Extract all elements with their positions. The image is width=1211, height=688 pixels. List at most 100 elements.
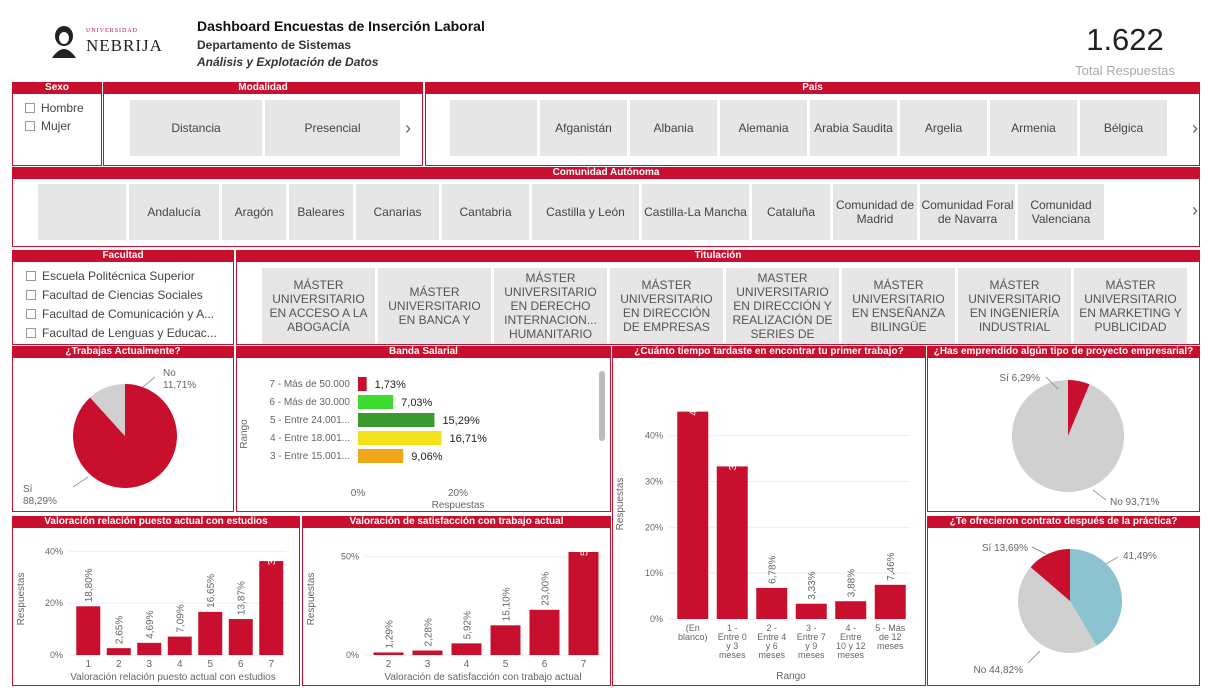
titulacion-tile[interactable]: MÁSTER UNIVERSITARIO EN BANCA Y: [378, 268, 491, 344]
bar: [358, 395, 394, 409]
titulacion-tile[interactable]: MÁSTER UNIVERSITARIO EN DIRECCIÓN DE EMP…: [610, 268, 723, 344]
leader-line: [142, 376, 156, 388]
modalidad-tile-distancia[interactable]: Distancia: [130, 100, 262, 156]
bar: [568, 552, 599, 655]
tiempo-bar-chart: 0%10%20%30%40%45,25%(Enblanco)33,29%1 -E…: [615, 382, 910, 682]
comunidad-next-icon[interactable]: ›: [1192, 200, 1198, 221]
facultad-header: Facultad: [12, 250, 234, 262]
data-label: 18,80%: [84, 568, 95, 602]
comunidad-tile[interactable]: Castilla y León: [532, 184, 639, 240]
comunidad-tile[interactable]: Aragón: [222, 184, 286, 240]
comunidad-tile[interactable]: Castilla-La Mancha: [642, 184, 749, 240]
data-label: 7,46%: [886, 552, 897, 580]
pais-tile[interactable]: Alemania: [720, 100, 807, 156]
emprendido-header: ¿Has emprendido algún tipo de proyecto e…: [927, 346, 1200, 358]
titulacion-tile[interactable]: MASTER UNIVERSITARIO EN DIRECCIÓN Y REAL…: [726, 268, 839, 344]
category-label: 5: [503, 659, 509, 670]
category-label: 3: [425, 659, 431, 670]
x-axis-label: Valoración de satisfacción con trabajo a…: [384, 672, 581, 683]
y-tick: 0%: [346, 650, 359, 660]
data-label: 7,03%: [401, 397, 432, 409]
modalidad-tile-presencial[interactable]: Presencial: [265, 100, 400, 156]
comunidad-tile[interactable]: Comunidad Valenciana: [1018, 184, 1104, 240]
pie-value-label: Sí 13,69%: [982, 543, 1028, 554]
pie-value-label: 41,49%: [1123, 551, 1157, 562]
comunidad-tile[interactable]: Baleares: [289, 184, 353, 240]
data-label: 45,25%: [689, 382, 700, 416]
category-label: 4 - Entre 18.001...: [270, 433, 350, 444]
titulacion-tile[interactable]: MÁSTER UNIVERSITARIO EN DERECHO INTERNAC…: [494, 268, 607, 344]
data-label: 4,69%: [145, 610, 156, 638]
pie-value-label: 11,71%: [163, 380, 196, 391]
leader-line: [1027, 650, 1041, 664]
facultad-options: Escuela Politécnica Superior Facultad de…: [26, 266, 232, 342]
comunidad-tile[interactable]: [38, 184, 126, 240]
bar: [358, 413, 435, 427]
category-label: 7: [268, 659, 274, 670]
comunidad-tile[interactable]: Cataluña: [752, 184, 830, 240]
bar: [167, 636, 192, 655]
category-label: 5: [207, 659, 213, 670]
pais-tile[interactable]: Armenia: [990, 100, 1077, 156]
titulacion-tile[interactable]: MÁSTER UNIVERSITARIO EN ACCESO A LA ABOG…: [262, 268, 375, 344]
pie-label: Sí: [23, 484, 33, 495]
y-tick: 0%: [50, 650, 63, 660]
y-axis-label: Respuestas: [16, 573, 27, 626]
pais-tile[interactable]: Arabia Saudita: [810, 100, 897, 156]
pais-next-icon[interactable]: ›: [1192, 118, 1198, 139]
pie-value-label: Sí 6,29%: [999, 373, 1040, 384]
checkbox-facultad[interactable]: Facultad de Ciencias Sociales: [26, 285, 232, 304]
pais-tile[interactable]: Afganistán: [540, 100, 627, 156]
comunidad-tile[interactable]: Cantabria: [442, 184, 529, 240]
titulacion-header: Titulación: [236, 250, 1200, 262]
emprendido-pie-chart: Sí 6,29% No 93,71%: [999, 373, 1159, 508]
category-label: 7 - Más de 50.000: [269, 379, 350, 390]
university-logo: UNIVERSIDAD NEBRIJA: [48, 20, 168, 62]
checkbox-facultad[interactable]: Escuela Politécnica Superior: [26, 266, 232, 285]
logo-text: NEBRIJA: [86, 36, 163, 55]
pais-tile[interactable]: Albania: [630, 100, 717, 156]
checkbox-facultad[interactable]: Facultad de Lenguas y Educac...: [26, 323, 232, 342]
titulacion-tile[interactable]: MÁSTER UNIVERSITARIO EN ENSEÑANZA BILING…: [842, 268, 955, 344]
pais-tile[interactable]: [450, 100, 537, 156]
pie-label: No: [163, 368, 176, 379]
total-responses-label: Total Respuestas: [1075, 63, 1175, 78]
checkbox-icon: [26, 289, 36, 300]
data-label: 33,29%: [728, 436, 739, 470]
checkbox-facultad[interactable]: Facultad de Comunicación y A...: [26, 304, 232, 323]
data-label: 9,06%: [411, 451, 442, 463]
checkbox-label: Hombre: [41, 100, 84, 115]
modalidad-next-icon[interactable]: ›: [405, 118, 411, 139]
comunidad-tile[interactable]: Andalucía: [129, 184, 219, 240]
comunidad-tile[interactable]: Comunidad Foral de Navarra: [920, 184, 1015, 240]
checkbox-label: Facultad de Comunicación y A...: [42, 306, 215, 321]
pais-tile[interactable]: Bélgica: [1080, 100, 1167, 156]
logo-small-text: UNIVERSIDAD: [86, 28, 138, 34]
x-tick: 0%: [351, 488, 366, 499]
checkbox-mujer[interactable]: Mujer: [25, 116, 84, 135]
checkbox-icon: [25, 120, 35, 131]
titulacion-tile[interactable]: MÁSTER UNIVERSITARIO EN MARKETING Y PUBL…: [1074, 268, 1187, 344]
category-label: 3: [146, 659, 152, 670]
bar: [198, 611, 223, 655]
y-tick: 0%: [650, 614, 663, 624]
data-label: 1,29%: [385, 620, 396, 648]
bar: [137, 642, 162, 655]
pais-tile[interactable]: Argelia: [900, 100, 987, 156]
data-label: 3,88%: [847, 569, 858, 597]
leader-line: [72, 476, 89, 488]
x-axis-label: Respuestas: [432, 500, 485, 511]
category-label: blanco): [678, 632, 708, 642]
bar: [529, 609, 560, 655]
y-tick: 50%: [341, 552, 359, 562]
relacion-header: Valoración relación puesto actual con es…: [12, 516, 300, 528]
titulacion-tile[interactable]: MÁSTER UNIVERSITARIO EN INGENIERÍA INDUS…: [958, 268, 1071, 344]
checkbox-hombre[interactable]: Hombre: [25, 98, 84, 117]
category-label: 4: [464, 659, 470, 670]
x-axis-label: Valoración relación puesto actual con es…: [70, 672, 276, 683]
data-label: 7,09%: [176, 604, 187, 632]
comunidad-tile[interactable]: Comunidad de Madrid: [833, 184, 917, 240]
comunidad-tile[interactable]: Canarias: [356, 184, 439, 240]
checkbox-icon: [25, 102, 35, 113]
bar: [677, 411, 709, 619]
